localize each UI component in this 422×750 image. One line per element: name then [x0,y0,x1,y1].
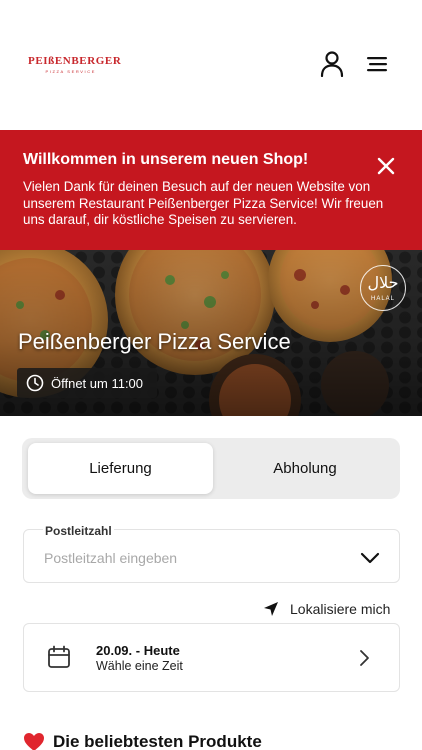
popular-products-heading: Die beliebtesten Produkte [23,731,262,750]
hamburger-menu-icon [367,57,387,72]
location-arrow-icon [264,602,278,616]
halal-logo-arabic: حلال [367,275,399,292]
user-icon [320,51,344,77]
choose-time-hint: Wähle eine Zeit [96,659,183,673]
time-selector[interactable]: 20.09. - Heute Wähle eine Zeit [23,623,400,692]
locate-me-label: Lokalisiere mich [290,601,391,617]
calendar-icon [48,645,70,668]
selected-date: 20.09. - Heute [96,643,180,658]
top-header: PEIßENBERGER PIZZA SERVICE [0,0,422,130]
welcome-banner: Willkommen in unserem neuen Shop! Vielen… [0,130,422,250]
close-icon [377,157,395,175]
halal-logo: حلال HALAL [360,265,406,311]
postal-code-input[interactable] [44,550,344,566]
heart-icon [24,733,44,750]
banner-title: Willkommen in unserem neuen Shop! [23,151,309,168]
account-button[interactable] [318,50,346,78]
banner-close-button[interactable] [374,154,398,178]
restaurant-logo[interactable]: PEIßENBERGER PIZZA SERVICE [28,55,122,75]
tab-pickup[interactable]: Abholung [215,443,395,494]
section-title: Die beliebtesten Produkte [53,732,262,750]
clock-icon [26,374,44,392]
halal-logo-label: HALAL [370,296,395,302]
locate-me-button[interactable]: Lokalisiere mich [263,599,390,619]
chevron-down-icon[interactable] [359,551,381,565]
tab-delivery[interactable]: Lieferung [28,443,213,494]
restaurant-name: Peißenberger Pizza Service [18,329,291,354]
menu-button[interactable] [363,50,391,78]
opening-status-text: Öffnet um 11:00 [51,375,144,391]
opening-status-badge: Öffnet um 11:00 [17,368,157,398]
banner-message: Vielen Dank für deinen Besuch auf der ne… [23,179,384,227]
logo-wordmark: PEIßENBERGER [28,55,122,67]
hero-image: حلال HALAL Peißenberger Pizza Service Öf… [0,250,422,416]
chevron-right-icon [360,650,369,666]
postal-code-label: Postleitzahl [43,524,114,538]
logo-tagline: PIZZA SERVICE [45,69,96,74]
app-page: PEIßENBERGER PIZZA SERVICE Willkommen in… [0,0,422,750]
order-mode-toggle: Lieferung Abholung [22,438,400,499]
